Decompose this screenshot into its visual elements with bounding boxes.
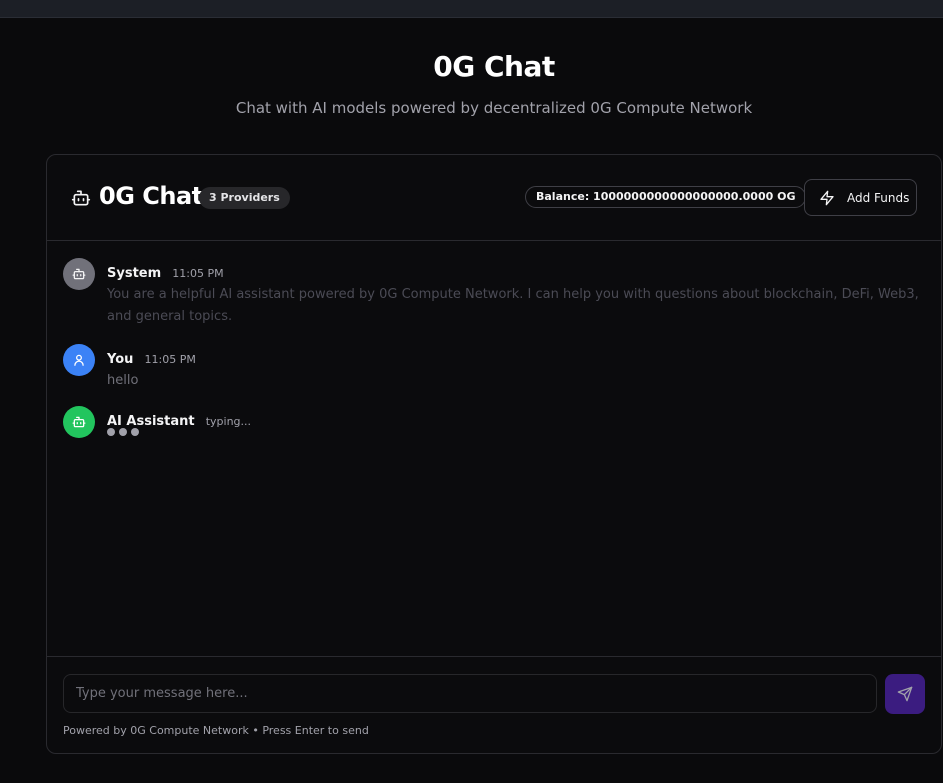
balance-badge: Balance: 1000000000000000000.0000 OG (525, 186, 807, 208)
bot-icon (71, 190, 91, 206)
chat-header: 0G Chat 3 Providers Balance: 10000000000… (47, 155, 941, 241)
providers-badge: 3 Providers (199, 187, 290, 209)
message-input[interactable] (63, 674, 877, 713)
bot-icon (72, 416, 86, 428)
typing-dot (131, 428, 139, 436)
message-user: You 11:05 PM hello (63, 344, 923, 394)
message-system: System 11:05 PM You are a helpful AI ass… (63, 258, 923, 328)
message-text: You are a helpful AI assistant powered b… (107, 287, 919, 324)
composer: Powered by 0G Compute Network • Press En… (47, 656, 941, 753)
page-title: 0G Chat (433, 50, 555, 83)
zap-icon (820, 190, 834, 205)
message-text: hello (107, 373, 139, 388)
add-funds-button[interactable]: Add Funds (804, 179, 917, 216)
message-author: You (107, 352, 134, 367)
avatar (63, 344, 95, 376)
typing-dot (119, 428, 127, 436)
typing-status: typing... (205, 415, 252, 428)
browser-top-bar (0, 0, 943, 18)
user-icon (74, 354, 84, 366)
message-assistant: AI Assistant typing... (63, 406, 923, 446)
chat-title: 0G Chat (99, 182, 203, 210)
send-button[interactable] (885, 674, 925, 714)
message-time: 11:05 PM (172, 267, 224, 280)
message-author: System (107, 266, 162, 281)
bot-icon (72, 268, 86, 280)
composer-footer-note: Powered by 0G Compute Network • Press En… (63, 724, 369, 737)
message-author: AI Assistant (107, 414, 195, 429)
typing-dot (107, 428, 115, 436)
chat-card: 0G Chat 3 Providers Balance: 10000000000… (46, 154, 942, 754)
typing-indicator (107, 428, 139, 436)
avatar (63, 406, 95, 438)
avatar (63, 258, 95, 290)
add-funds-label: Add Funds (847, 190, 910, 205)
page-subtitle: Chat with AI models powered by decentral… (235, 99, 753, 117)
message-time: 11:05 PM (144, 353, 196, 366)
send-icon (897, 686, 913, 702)
